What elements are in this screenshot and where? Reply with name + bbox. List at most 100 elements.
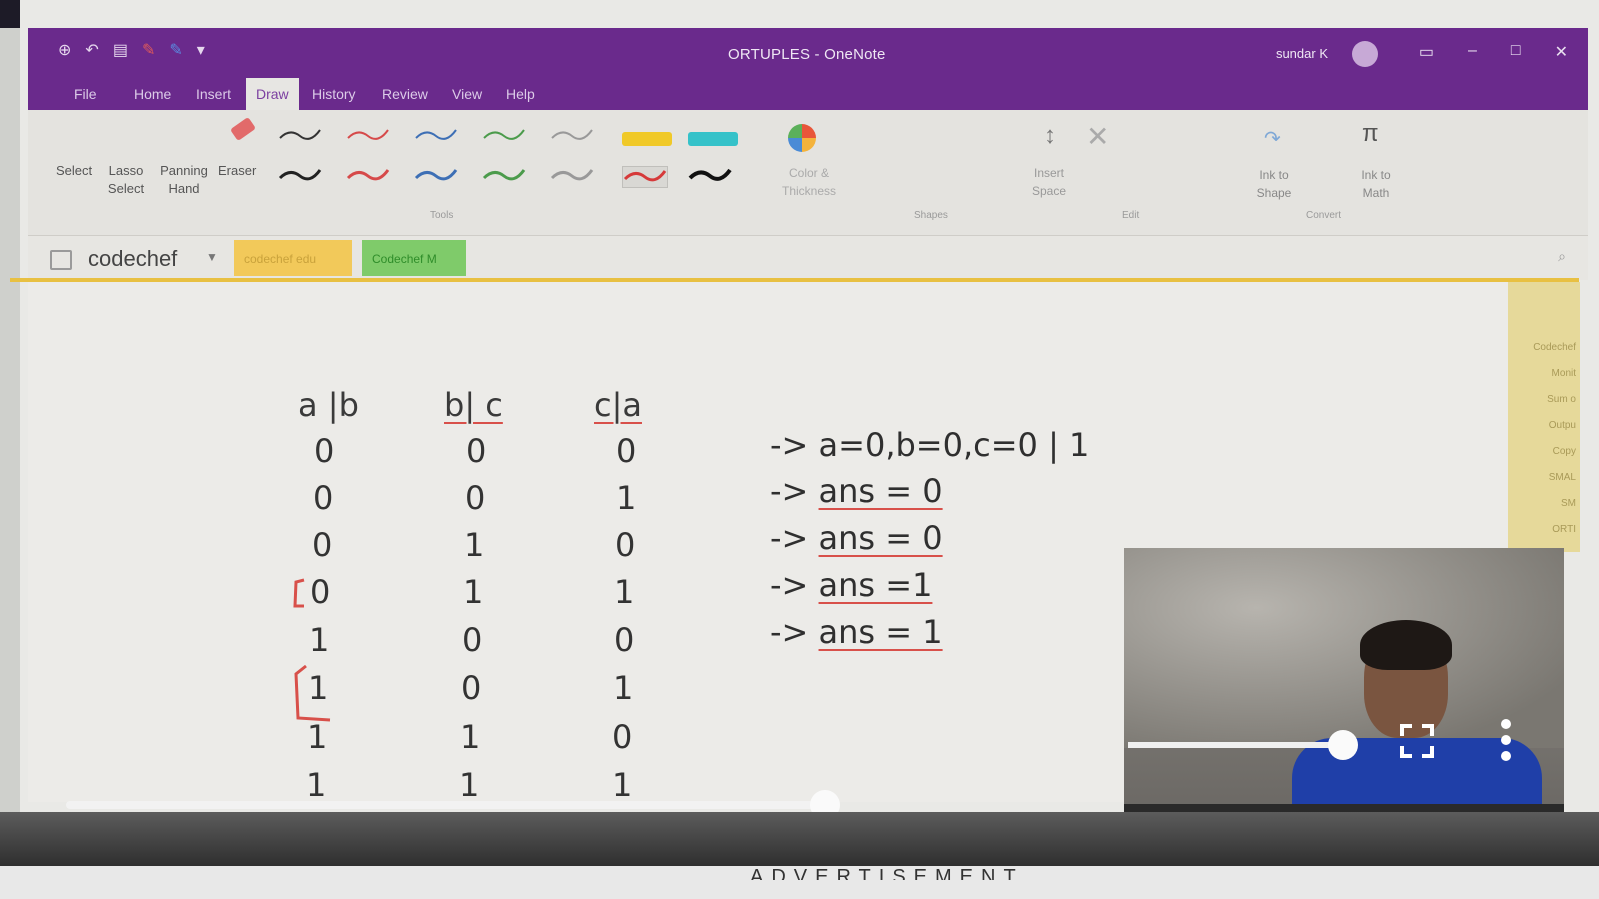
convert-group-label: Convert xyxy=(1306,210,1342,221)
pen-blue-icon[interactable]: ✎ xyxy=(169,40,182,60)
tab-history[interactable]: History xyxy=(312,86,356,102)
cell-c: 0 xyxy=(612,718,633,756)
avatar[interactable] xyxy=(1352,41,1378,67)
select-button[interactable]: Select xyxy=(56,162,92,180)
close-icon[interactable]: ✕ xyxy=(1555,42,1568,62)
volume-slider-knob[interactable] xyxy=(1328,730,1358,760)
cell-b: 1 xyxy=(459,766,480,804)
page-item[interactable]: SM xyxy=(1561,498,1576,509)
ink-to-shape-icon: ↷ xyxy=(1264,128,1281,150)
tab-view[interactable]: View xyxy=(452,86,482,102)
tab-insert[interactable]: Insert xyxy=(196,86,231,102)
note-line: -> ans = 0 xyxy=(770,472,943,510)
page-item[interactable]: Monit xyxy=(1552,368,1576,379)
pen-icon[interactable]: ✎ xyxy=(142,40,155,60)
pen-gray-medium[interactable] xyxy=(550,166,594,186)
video-controls-shade xyxy=(0,812,1599,866)
eraser-button[interactable]: Eraser xyxy=(218,162,256,180)
note-line: -> ans = 1 xyxy=(770,613,943,651)
tab-draw[interactable]: Draw xyxy=(246,78,299,110)
cell-b: 0 xyxy=(462,621,483,659)
highlighter-cyan[interactable] xyxy=(688,132,738,146)
video-progress-track[interactable] xyxy=(66,801,836,809)
color-wheel-icon xyxy=(788,124,816,152)
search-icon[interactable]: ⌕ xyxy=(1558,248,1566,265)
pen-red-thin[interactable] xyxy=(346,124,390,144)
window-controls: ▭ – □ ✕ xyxy=(1419,42,1568,62)
tab-help[interactable]: Help xyxy=(506,86,535,102)
cell-c: 0 xyxy=(614,621,635,659)
note-text: a=0,b=0,c=0 | 1 xyxy=(818,426,1090,464)
pen-green-medium[interactable] xyxy=(482,166,526,186)
ribbon-tabs: File Home Insert Draw History Review Vie… xyxy=(28,78,1588,110)
pen-black-thin[interactable] xyxy=(278,124,322,144)
cell-a: 0 xyxy=(314,432,335,470)
arrow-text: -> xyxy=(770,426,809,464)
pen-gray-thin[interactable] xyxy=(550,124,594,144)
pen-red-selected[interactable] xyxy=(622,166,668,188)
color-thickness-button[interactable]: Color & Thickness xyxy=(776,164,842,200)
cell-c: 0 xyxy=(615,526,636,564)
cell-c: 1 xyxy=(616,479,637,517)
note-text: ans =1 xyxy=(818,566,933,604)
page-item[interactable]: Sum o xyxy=(1547,394,1576,405)
panning-hand-button[interactable]: Panning Hand xyxy=(156,162,212,198)
page-item[interactable]: ORTI xyxy=(1552,524,1576,535)
pen-green-thin[interactable] xyxy=(482,124,526,144)
page-item[interactable]: Outpu xyxy=(1549,420,1576,431)
tab-home[interactable]: Home xyxy=(134,86,171,102)
cell-a: 0 xyxy=(312,526,333,564)
ribbon-display-icon[interactable]: ▭ xyxy=(1419,42,1434,62)
page-item[interactable]: SMAL xyxy=(1549,472,1576,483)
highlighter-yellow[interactable] xyxy=(622,132,672,146)
user-name[interactable]: sundar K xyxy=(1276,46,1328,61)
minimize-icon[interactable]: – xyxy=(1468,42,1477,62)
cell-b: 1 xyxy=(463,573,484,611)
pen-blue-medium[interactable] xyxy=(414,166,458,186)
volume-slider-track[interactable] xyxy=(1128,742,1348,748)
maximize-icon[interactable]: □ xyxy=(1511,42,1521,62)
ink-to-math-icon: π xyxy=(1362,120,1379,147)
back-icon[interactable]: ⊕ xyxy=(58,40,71,60)
cell-b: 0 xyxy=(466,432,487,470)
section-tab-codechef-edu[interactable]: codechef edu xyxy=(234,240,352,276)
notebook-name[interactable]: codechef xyxy=(88,246,177,272)
cell-b: 0 xyxy=(465,479,486,517)
delete-icon[interactable]: ✕ xyxy=(1086,120,1109,153)
ink-to-shape-button[interactable]: Ink to Shape xyxy=(1250,166,1298,202)
note-text: ans = 0 xyxy=(818,472,943,510)
pen-black-thick[interactable] xyxy=(688,166,732,186)
tab-file[interactable]: File xyxy=(74,86,97,102)
cell-c: 1 xyxy=(612,766,633,804)
chevron-down-icon[interactable]: ▼ xyxy=(206,250,218,264)
dock-icon[interactable]: ▤ xyxy=(113,40,128,60)
header-b-or-c: b| c xyxy=(444,386,503,424)
presenter-hair xyxy=(1360,620,1452,670)
note-text: ans = 1 xyxy=(818,613,943,651)
pen-red-medium[interactable] xyxy=(346,166,390,186)
header-c-or-a: c|a xyxy=(594,386,642,424)
section-tab-codechef-m[interactable]: Codechef M xyxy=(362,240,466,276)
insert-space-icon: ↕ xyxy=(1044,122,1056,149)
customize-icon[interactable]: ▾ xyxy=(197,40,205,60)
fullscreen-icon[interactable] xyxy=(1400,724,1434,758)
cell-b: 1 xyxy=(464,526,485,564)
cell-b: 0 xyxy=(461,669,482,707)
page-item[interactable]: Codechef xyxy=(1533,342,1576,353)
edit-group-label: Edit xyxy=(1122,210,1140,221)
pen-black-medium[interactable] xyxy=(278,166,322,186)
lasso-select-button[interactable]: Lasso Select xyxy=(106,162,146,198)
shapes-group-label: Shapes xyxy=(914,210,948,221)
more-options-icon[interactable] xyxy=(1500,718,1512,762)
insert-space-button[interactable]: Insert Space xyxy=(1024,164,1074,200)
arrow-text: -> xyxy=(770,566,809,604)
advertisement-label: ADVERTISEMENT xyxy=(750,866,1024,880)
undo-icon[interactable]: ↶ xyxy=(85,40,98,60)
ink-to-math-button[interactable]: Ink to Math xyxy=(1352,166,1400,202)
eraser-icon xyxy=(229,116,257,142)
pen-blue-thin[interactable] xyxy=(414,124,458,144)
tab-review[interactable]: Review xyxy=(382,86,428,102)
arrow-text: -> xyxy=(770,519,809,557)
header-a-or-b: a |b xyxy=(298,386,359,424)
page-item[interactable]: Copy xyxy=(1553,446,1576,457)
